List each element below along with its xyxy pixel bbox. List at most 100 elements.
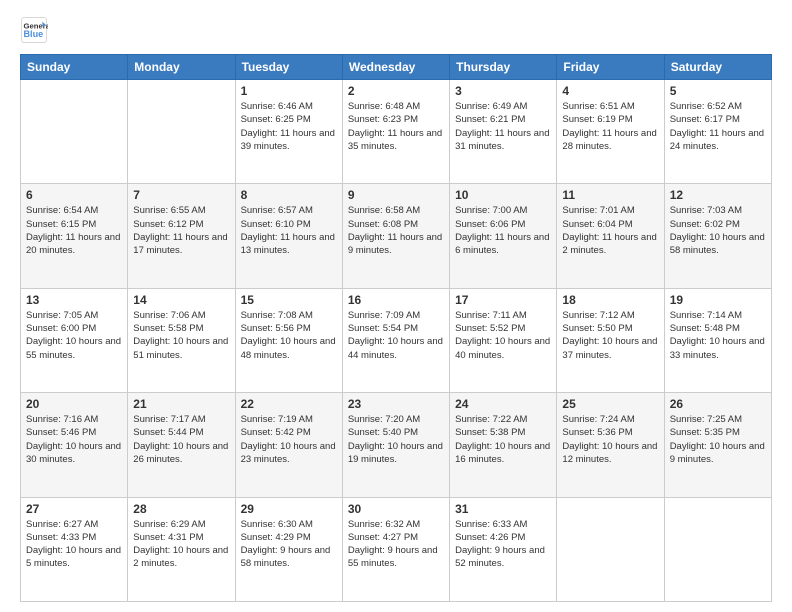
day-number: 19 — [670, 293, 766, 307]
calendar-day-header: Saturday — [664, 55, 771, 80]
calendar-day-cell: 15 Sunrise: 7:08 AMSunset: 5:56 PMDayligh… — [235, 288, 342, 392]
day-info: Sunrise: 6:57 AMSunset: 6:10 PMDaylight:… — [241, 204, 337, 257]
day-info: Sunrise: 7:09 AMSunset: 5:54 PMDaylight:… — [348, 309, 444, 362]
day-info: Sunrise: 6:52 AMSunset: 6:17 PMDaylight:… — [670, 100, 766, 153]
day-info: Sunrise: 7:14 AMSunset: 5:48 PMDaylight:… — [670, 309, 766, 362]
day-info: Sunrise: 6:27 AMSunset: 4:33 PMDaylight:… — [26, 518, 122, 571]
day-number: 13 — [26, 293, 122, 307]
page: General Blue SundayMondayTuesdayWednesda… — [0, 0, 792, 612]
header: General Blue — [20, 16, 772, 44]
calendar-day-cell: 4 Sunrise: 6:51 AMSunset: 6:19 PMDaylight… — [557, 80, 664, 184]
calendar-table: SundayMondayTuesdayWednesdayThursdayFrid… — [20, 54, 772, 602]
day-info: Sunrise: 6:58 AMSunset: 6:08 PMDaylight:… — [348, 204, 444, 257]
day-info: Sunrise: 7:11 AMSunset: 5:52 PMDaylight:… — [455, 309, 551, 362]
calendar-day-cell: 13 Sunrise: 7:05 AMSunset: 6:00 PMDayligh… — [21, 288, 128, 392]
day-number: 5 — [670, 84, 766, 98]
day-info: Sunrise: 6:55 AMSunset: 6:12 PMDaylight:… — [133, 204, 229, 257]
calendar-day-cell: 30 Sunrise: 6:32 AMSunset: 4:27 PMDayligh… — [342, 497, 449, 601]
calendar-day-cell — [557, 497, 664, 601]
day-number: 18 — [562, 293, 658, 307]
calendar-day-header: Thursday — [450, 55, 557, 80]
calendar-day-cell: 8 Sunrise: 6:57 AMSunset: 6:10 PMDaylight… — [235, 184, 342, 288]
day-number: 16 — [348, 293, 444, 307]
day-number: 29 — [241, 502, 337, 516]
day-number: 21 — [133, 397, 229, 411]
calendar-day-header: Wednesday — [342, 55, 449, 80]
day-number: 7 — [133, 188, 229, 202]
day-info: Sunrise: 7:25 AMSunset: 5:35 PMDaylight:… — [670, 413, 766, 466]
calendar-day-cell: 12 Sunrise: 7:03 AMSunset: 6:02 PMDayligh… — [664, 184, 771, 288]
calendar-day-cell — [128, 80, 235, 184]
calendar-day-cell: 18 Sunrise: 7:12 AMSunset: 5:50 PMDayligh… — [557, 288, 664, 392]
day-number: 10 — [455, 188, 551, 202]
day-info: Sunrise: 7:19 AMSunset: 5:42 PMDaylight:… — [241, 413, 337, 466]
logo: General Blue — [20, 16, 52, 44]
day-info: Sunrise: 7:05 AMSunset: 6:00 PMDaylight:… — [26, 309, 122, 362]
calendar-day-cell: 23 Sunrise: 7:20 AMSunset: 5:40 PMDayligh… — [342, 393, 449, 497]
day-info: Sunrise: 6:29 AMSunset: 4:31 PMDaylight:… — [133, 518, 229, 571]
day-info: Sunrise: 6:48 AMSunset: 6:23 PMDaylight:… — [348, 100, 444, 153]
day-number: 30 — [348, 502, 444, 516]
day-info: Sunrise: 7:08 AMSunset: 5:56 PMDaylight:… — [241, 309, 337, 362]
day-number: 9 — [348, 188, 444, 202]
day-number: 6 — [26, 188, 122, 202]
day-number: 23 — [348, 397, 444, 411]
day-info: Sunrise: 7:12 AMSunset: 5:50 PMDaylight:… — [562, 309, 658, 362]
calendar-day-cell: 14Sunrise: 7:06 AMSunset: 5:58 PMDayligh… — [128, 288, 235, 392]
day-number: 24 — [455, 397, 551, 411]
day-info: Sunrise: 7:22 AMSunset: 5:38 PMDaylight:… — [455, 413, 551, 466]
calendar-day-cell: 26Sunrise: 7:25 AMSunset: 5:35 PMDayligh… — [664, 393, 771, 497]
calendar-day-cell: 16 Sunrise: 7:09 AMSunset: 5:54 PMDayligh… — [342, 288, 449, 392]
day-info: Sunrise: 6:33 AMSunset: 4:26 PMDaylight:… — [455, 518, 551, 571]
day-info: Sunrise: 7:03 AMSunset: 6:02 PMDaylight:… — [670, 204, 766, 257]
calendar-day-cell: 3 Sunrise: 6:49 AMSunset: 6:21 PMDaylight… — [450, 80, 557, 184]
day-info: Sunrise: 6:51 AMSunset: 6:19 PMDaylight:… — [562, 100, 658, 153]
day-number: 14 — [133, 293, 229, 307]
day-number: 31 — [455, 502, 551, 516]
day-number: 25 — [562, 397, 658, 411]
day-number: 17 — [455, 293, 551, 307]
calendar-day-cell: 6 Sunrise: 6:54 AMSunset: 6:15 PMDaylight… — [21, 184, 128, 288]
day-info: Sunrise: 6:54 AMSunset: 6:15 PMDaylight:… — [26, 204, 122, 257]
calendar-day-cell: 29 Sunrise: 6:30 AMSunset: 4:29 PMDayligh… — [235, 497, 342, 601]
calendar-day-cell: 27 Sunrise: 6:27 AMSunset: 4:33 PMDayligh… — [21, 497, 128, 601]
day-number: 2 — [348, 84, 444, 98]
day-number: 20 — [26, 397, 122, 411]
calendar-day-cell: 20Sunrise: 7:16 AMSunset: 5:46 PMDayligh… — [21, 393, 128, 497]
day-info: Sunrise: 6:30 AMSunset: 4:29 PMDaylight:… — [241, 518, 337, 571]
day-info: Sunrise: 7:00 AMSunset: 6:06 PMDaylight:… — [455, 204, 551, 257]
calendar-day-cell: 22Sunrise: 7:19 AMSunset: 5:42 PMDayligh… — [235, 393, 342, 497]
calendar-day-header: Tuesday — [235, 55, 342, 80]
calendar-day-cell: 25 Sunrise: 7:24 AMSunset: 5:36 PMDayligh… — [557, 393, 664, 497]
day-number: 27 — [26, 502, 122, 516]
day-number: 11 — [562, 188, 658, 202]
calendar-day-cell: 17 Sunrise: 7:11 AMSunset: 5:52 PMDayligh… — [450, 288, 557, 392]
day-info: Sunrise: 7:01 AMSunset: 6:04 PMDaylight:… — [562, 204, 658, 257]
calendar-day-header: Friday — [557, 55, 664, 80]
calendar-day-header: Sunday — [21, 55, 128, 80]
day-info: Sunrise: 6:49 AMSunset: 6:21 PMDaylight:… — [455, 100, 551, 153]
day-number: 1 — [241, 84, 337, 98]
calendar-day-cell: 5 Sunrise: 6:52 AMSunset: 6:17 PMDaylight… — [664, 80, 771, 184]
day-info: Sunrise: 6:32 AMSunset: 4:27 PMDaylight:… — [348, 518, 444, 571]
day-info: Sunrise: 7:17 AMSunset: 5:44 PMDaylight:… — [133, 413, 229, 466]
calendar-week-row: 13 Sunrise: 7:05 AMSunset: 6:00 PMDayligh… — [21, 288, 772, 392]
calendar-day-cell: 31 Sunrise: 6:33 AMSunset: 4:26 PMDayligh… — [450, 497, 557, 601]
calendar-day-cell: 24 Sunrise: 7:22 AMSunset: 5:38 PMDayligh… — [450, 393, 557, 497]
day-info: Sunrise: 7:24 AMSunset: 5:36 PMDaylight:… — [562, 413, 658, 466]
day-number: 15 — [241, 293, 337, 307]
calendar-day-cell: 21 Sunrise: 7:17 AMSunset: 5:44 PMDayligh… — [128, 393, 235, 497]
day-number: 28 — [133, 502, 229, 516]
day-number: 4 — [562, 84, 658, 98]
calendar-week-row: 1 Sunrise: 6:46 AMSunset: 6:25 PMDaylight… — [21, 80, 772, 184]
calendar-day-cell: 28 Sunrise: 6:29 AMSunset: 4:31 PMDayligh… — [128, 497, 235, 601]
day-number: 12 — [670, 188, 766, 202]
day-info: Sunrise: 7:20 AMSunset: 5:40 PMDaylight:… — [348, 413, 444, 466]
calendar-day-cell: 10 Sunrise: 7:00 AMSunset: 6:06 PMDayligh… — [450, 184, 557, 288]
day-number: 8 — [241, 188, 337, 202]
day-number: 3 — [455, 84, 551, 98]
calendar-week-row: 20Sunrise: 7:16 AMSunset: 5:46 PMDayligh… — [21, 393, 772, 497]
day-info: Sunrise: 6:46 AMSunset: 6:25 PMDaylight:… — [241, 100, 337, 153]
calendar-day-cell: 11 Sunrise: 7:01 AMSunset: 6:04 PMDayligh… — [557, 184, 664, 288]
calendar-day-cell — [21, 80, 128, 184]
